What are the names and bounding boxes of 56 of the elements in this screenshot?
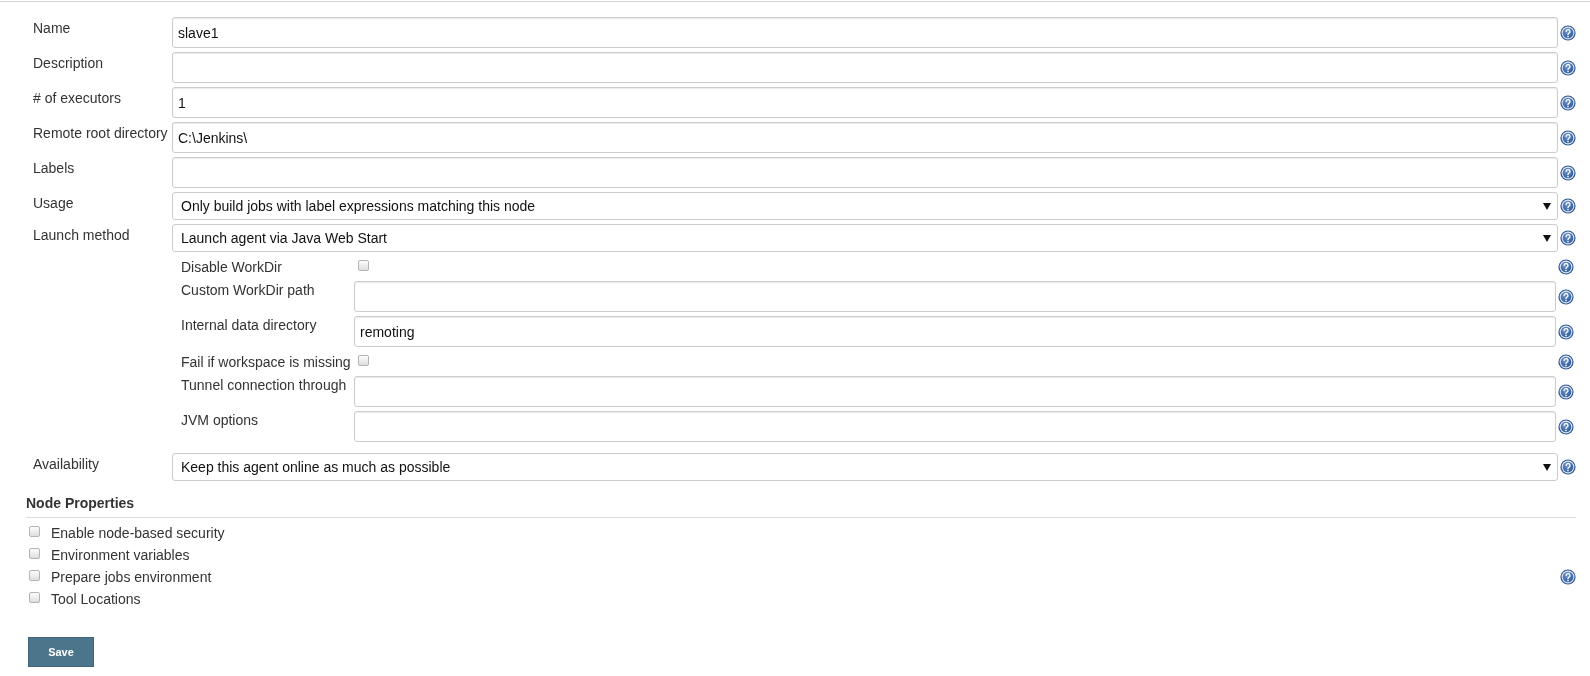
help-icon[interactable] [1560,569,1576,585]
checkbox-label: Prepare jobs environment [51,568,212,586]
text-field[interactable] [354,411,1556,442]
caret-icon [1543,234,1551,242]
field-label: Disable WorkDir [180,257,283,276]
field-label: # of executors [32,89,122,107]
caret-icon [1543,202,1551,210]
field-label: JVM options [180,411,260,429]
field-label: Launch method [32,226,131,244]
caret-icon [1543,463,1551,471]
save-button[interactable]: Save [28,637,94,667]
field-label: Description [32,54,105,72]
checkbox[interactable] [29,569,40,581]
checkbox[interactable] [358,354,369,366]
text-field[interactable] [172,157,1558,188]
help-icon[interactable] [1558,258,1574,275]
checkbox[interactable] [29,525,40,537]
checkbox[interactable] [29,591,40,603]
help-icon[interactable] [1560,129,1576,146]
help-icon[interactable] [1560,459,1576,475]
field-label: Labels [32,159,76,177]
text-field[interactable] [354,281,1556,312]
text-field[interactable]: 1 [172,87,1558,118]
field-label: Usage [32,194,75,212]
help-icon[interactable] [1560,24,1576,41]
field-label: Tunnel connection through [180,376,348,394]
field-label: Remote root directory [32,124,169,142]
help-icon[interactable] [1558,288,1574,305]
help-icon[interactable] [1560,164,1576,181]
help-icon[interactable] [1560,94,1576,111]
checkbox-label: Tool Locations [51,590,141,608]
text-field[interactable] [172,52,1558,83]
field-label: Availability [32,455,100,473]
checkbox-label: Environment variables [51,546,190,564]
text-field[interactable]: slave1 [172,17,1558,48]
help-icon[interactable] [1560,59,1576,76]
help-icon[interactable] [1558,383,1574,400]
field-label: Name [32,19,72,37]
checkbox[interactable] [358,259,369,271]
dropdown[interactable]: Keep this agent online as much as possible [172,453,1558,481]
help-icon[interactable] [1558,418,1574,435]
help-icon[interactable] [1558,353,1574,370]
dropdown[interactable]: Only build jobs with label expressions matching this node [172,192,1558,220]
field-label: Internal data directory [180,316,318,334]
text-field[interactable]: remoting [354,316,1556,347]
dropdown[interactable]: Launch agent via Java Web Start [172,224,1558,252]
field-label: Custom WorkDir path [180,281,316,299]
checkbox-label: Enable node-based security [51,524,225,542]
field-label: Fail if workspace is missing [180,352,352,371]
text-field[interactable] [354,376,1556,407]
section-heading: Node Properties [26,494,135,512]
checkbox[interactable] [29,547,40,559]
help-icon[interactable] [1560,198,1576,214]
help-icon[interactable] [1560,230,1576,246]
help-icon[interactable] [1558,323,1574,340]
text-field[interactable]: C:\Jenkins\ [172,122,1558,153]
